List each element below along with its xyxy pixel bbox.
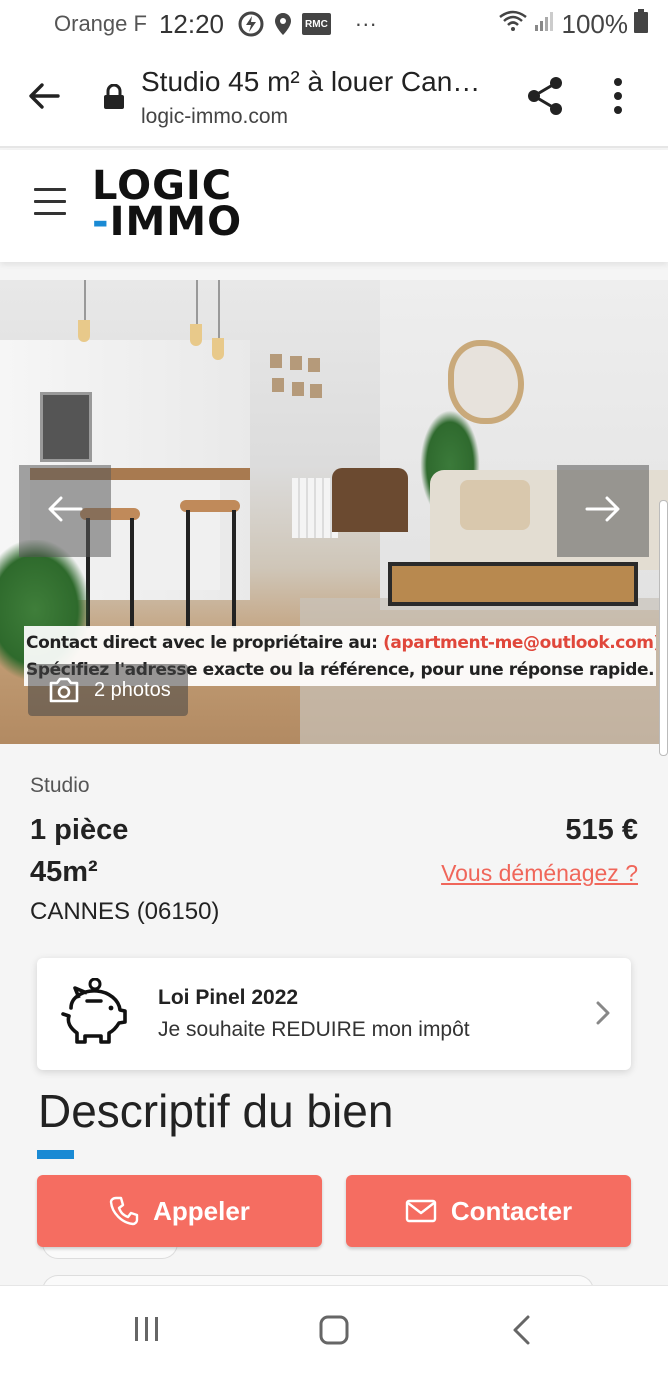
contact-button[interactable]: Contacter [346, 1175, 631, 1247]
data-saver-icon [238, 11, 264, 37]
more-notifications: ··· [354, 11, 377, 36]
banner-email: (apartment-me@outlook.com) [383, 633, 656, 653]
clock: 12:20 [158, 8, 225, 39]
pinel-subtitle: Je souhaite REDUIRE mon impôt [158, 1018, 470, 1041]
logo-line2: -IMMO [92, 202, 242, 242]
carrier-name: Orange F [54, 11, 147, 36]
status-bar: Orange F 12:20 RMC ··· 100% [0, 0, 668, 48]
hamburger-icon[interactable] [34, 188, 66, 218]
wifi-icon [498, 9, 528, 40]
moving-link[interactable]: Vous déménagez ? [441, 860, 638, 887]
rmc-badge-text: RMC [305, 18, 328, 30]
surface-area: 45m² [30, 856, 98, 888]
logo-dash: - [92, 199, 110, 245]
piggy-bank-icon [57, 977, 129, 1053]
photo-count-label: 2 photos [94, 678, 171, 701]
lock-icon[interactable] [103, 83, 125, 115]
call-button[interactable]: Appeler [37, 1175, 322, 1247]
logo-line2-text: IMMO [109, 199, 243, 245]
recents-icon[interactable] [132, 1314, 162, 1349]
room-count: 1 pièce [30, 814, 129, 846]
previous-photo-button[interactable] [19, 465, 111, 557]
pinel-promo-card[interactable]: Loi Pinel 2022 Je souhaite REDUIRE mon i… [37, 958, 631, 1070]
site-header: LOGIC -IMMO [0, 150, 668, 262]
page-title[interactable]: Studio 45 m² à louer Cannes [141, 66, 481, 98]
system-nav-bar [0, 1285, 668, 1373]
next-photo-button[interactable] [557, 465, 649, 557]
browser-toolbar: Studio 45 m² à louer Cannes logic-immo.c… [0, 48, 668, 148]
logic-immo-logo[interactable]: LOGIC -IMMO [92, 166, 242, 242]
mail-icon [405, 1198, 437, 1224]
rent-price: 515 € [565, 814, 638, 846]
battery-icon [634, 8, 648, 40]
camera-icon [48, 677, 80, 703]
page-domain[interactable]: logic-immo.com [141, 105, 288, 129]
listing-photo[interactable]: Contact direct avec le propriétaire au: … [0, 280, 668, 744]
banner-line1: Contact direct avec le propriétaire au: … [26, 630, 656, 657]
page-scrollbar[interactable] [659, 500, 668, 756]
banner-prefix: Contact direct avec le propriétaire au: [26, 633, 384, 653]
prev-arrow-icon [47, 495, 83, 528]
signal-icon [534, 10, 556, 39]
next-arrow-icon [585, 495, 621, 528]
more-vert-icon[interactable] [612, 76, 624, 121]
back-arrow-icon[interactable] [26, 78, 62, 114]
battery-percent: 100% [561, 8, 629, 39]
contact-label: Contacter [450, 1195, 573, 1226]
property-type: Studio [30, 774, 90, 797]
description-title: Descriptif du bien [38, 1085, 394, 1137]
location-icon [274, 12, 292, 36]
status-right: 100% [498, 8, 648, 40]
city-location: CANNES (06150) [30, 898, 220, 925]
chevron-right-icon [595, 1000, 611, 1031]
home-icon[interactable] [318, 1314, 350, 1351]
title-underline [37, 1150, 74, 1159]
call-label: Appeler [153, 1195, 250, 1226]
rmc-notification-icon: RMC [302, 13, 331, 35]
phone-icon [109, 1196, 139, 1226]
pinel-title: Loi Pinel 2022 [158, 986, 299, 1009]
share-icon[interactable] [526, 76, 564, 121]
photo-count-button[interactable]: 2 photos [28, 664, 188, 716]
nav-back-icon[interactable] [510, 1314, 532, 1351]
